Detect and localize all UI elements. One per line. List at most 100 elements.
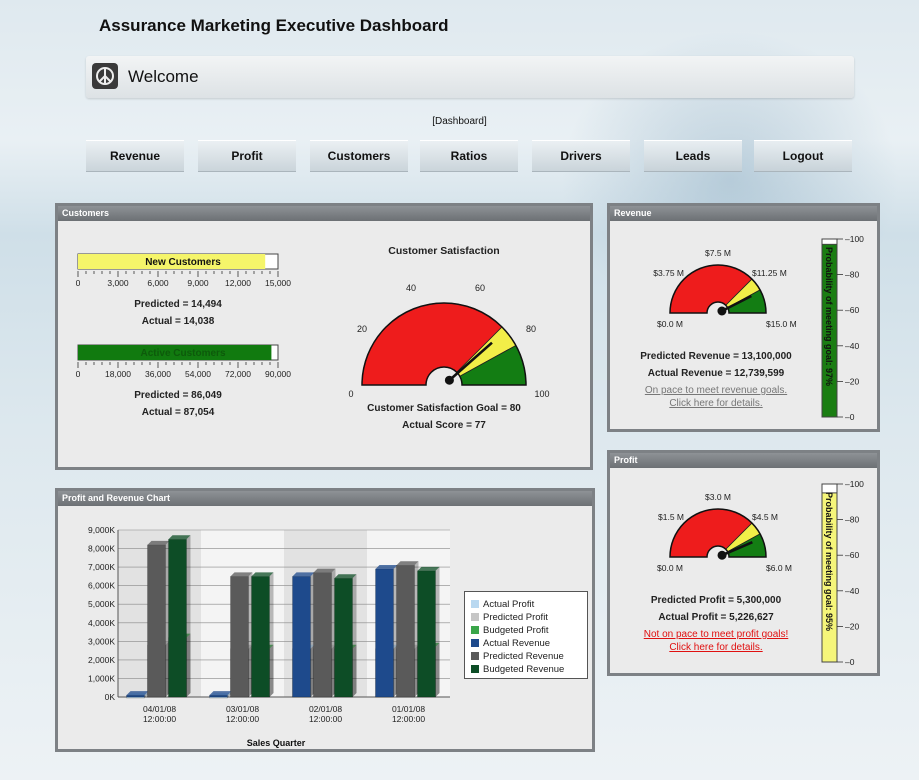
legend-item-1: Predicted Profit xyxy=(471,612,548,623)
revenue-predicted: Predicted Revenue = 13,100,000 xyxy=(640,351,792,362)
legend-label-3: Actual Revenue xyxy=(483,638,551,649)
satisfaction-tick: 20 xyxy=(357,324,367,334)
chart-y-tick: 1,000K xyxy=(88,673,115,683)
nav-leads[interactable]: Leads xyxy=(644,140,742,172)
active-customers-label: Active Customers xyxy=(140,348,225,359)
satisfaction-tick: 60 xyxy=(475,283,485,293)
satisfaction-title: Customer Satisfaction xyxy=(388,245,499,257)
revenue-gauge-scale-label: –100 xyxy=(845,234,864,244)
welcome-heading: Welcome xyxy=(128,67,199,86)
profit-probability-label: Probability of meeting goal: 95% xyxy=(824,492,834,631)
satisfaction-tick: 100 xyxy=(534,389,549,399)
chart-x-tick-labels: 04/01/0812:00:0003/01/0812:00:0002/01/08… xyxy=(143,704,425,724)
chart-x-axis-label: Sales Quarter xyxy=(247,738,306,748)
bar-side-face xyxy=(352,574,357,697)
satisfaction-goal: Customer Satisfaction Goal = 80 xyxy=(367,403,521,414)
chart-y-tick-labels: 0K 1,000K 2,000K 3,000K 4,000K 5,000K 6,000K 7,… xyxy=(88,525,115,702)
revenue-gauge-needle-hub xyxy=(717,306,727,316)
legend-swatch-0 xyxy=(471,600,479,608)
active-customers-scale: 0 18,000 36,000 54,000 72,000 90,000 xyxy=(76,362,291,379)
profit-revenue-chart-panel: Profit and Revenue Chart 0K 1,000K 2,000K 3… xyxy=(55,488,595,752)
chart-x-tick: 04/01/08 xyxy=(143,704,176,714)
profit-panel: Profit $0.0 M $1.5 M $3.0 M $4.5 M $6.0 M Pr… xyxy=(607,450,880,676)
revenue-details-link[interactable]: Click here for details. xyxy=(610,398,822,409)
profit-gauge-label: $1.5 M xyxy=(658,512,684,522)
bar-budgeted-revenue xyxy=(168,539,187,698)
bar-actual-revenue xyxy=(375,568,394,698)
nav-logout[interactable]: Logout xyxy=(754,140,852,172)
profit-gauge-label: $0.0 M xyxy=(657,563,683,573)
chart-legend: Actual Profit Predicted Profit Budgeted … xyxy=(464,591,588,679)
legend-swatch-4 xyxy=(471,652,479,660)
legend-label-2: Budgeted Profit xyxy=(483,625,549,636)
breadcrumb[interactable]: [Dashboard] xyxy=(0,116,919,127)
profit-gauge-scale-label: –100 xyxy=(845,479,864,489)
profit-gauge-scale-label: –40 xyxy=(845,586,859,596)
profit-predicted: Predicted Profit = 5,300,000 xyxy=(650,595,782,606)
revenue-probability-label: Probability of meeting goal: 97% xyxy=(824,247,834,386)
nav-drivers[interactable]: Drivers xyxy=(532,140,630,172)
legend-swatch-1 xyxy=(471,613,479,621)
satisfaction-tick: 40 xyxy=(406,283,416,293)
profit-status-link[interactable]: Not on pace to meet profit goals! xyxy=(610,629,822,640)
active-customers-tick-label: 72,000 xyxy=(225,369,251,379)
bar-actual-revenue xyxy=(292,576,311,698)
bar-predicted-revenue xyxy=(230,576,249,698)
profit-gauge-scale-label: –60 xyxy=(845,550,859,560)
revenue-actual: Actual Revenue = 12,739,599 xyxy=(647,368,785,379)
nav-revenue[interactable]: Revenue xyxy=(86,140,184,172)
main-nav: Revenue Profit Customers Ratios Drivers … xyxy=(86,140,854,172)
page-title: Assurance Marketing Executive Dashboard xyxy=(99,16,449,35)
legend-swatch-3 xyxy=(471,639,479,647)
active-customers-actual: Actual = 87,054 xyxy=(141,407,215,418)
chart-x-tick: 02/01/08 xyxy=(309,704,342,714)
revenue-gauge-label: $15.0 M xyxy=(766,319,797,329)
profit-gauge-label: $3.0 M xyxy=(705,492,731,502)
chart-y-tick: 9,000K xyxy=(88,525,115,535)
profit-gauge-needle-hub xyxy=(717,550,727,560)
nav-ratios[interactable]: Ratios xyxy=(420,140,518,172)
chart-y-tick: 2,000K xyxy=(88,655,115,665)
bar-predicted-revenue xyxy=(313,572,332,698)
profit-gauge-scale-label: –0 xyxy=(845,657,855,667)
legend-label-5: Budgeted Revenue xyxy=(483,664,565,675)
profit-gauge-label: $4.5 M xyxy=(752,512,778,522)
satisfaction-gauge xyxy=(361,302,527,386)
revenue-gauge-label: $7.5 M xyxy=(705,248,731,258)
bar-side-face xyxy=(186,535,191,697)
bar-budgeted-revenue xyxy=(334,577,353,698)
active-customers-tick-label: 90,000 xyxy=(265,369,291,379)
legend-swatch-5 xyxy=(471,665,479,673)
bar-predicted-revenue xyxy=(147,544,166,698)
new-customers-tick-label: 15,000 xyxy=(265,278,291,288)
customers-panel-title: Customers xyxy=(58,206,590,221)
bar-side-face xyxy=(435,566,440,697)
profit-details-link[interactable]: Click here for details. xyxy=(610,642,822,653)
nav-profit[interactable]: Profit xyxy=(198,140,296,172)
profit-probability-scale: –100 –80 –60 –40 –20 –0 xyxy=(837,479,864,667)
new-customers-actual: Actual = 14,038 xyxy=(141,316,215,327)
revenue-status-link[interactable]: On pace to meet revenue goals. xyxy=(610,385,822,396)
new-customers-predicted: Predicted = 14,494 xyxy=(134,299,222,310)
bar-actual-revenue xyxy=(126,694,145,698)
profit-gauge-scale-label: –20 xyxy=(845,621,859,631)
satisfaction-tick: 0 xyxy=(348,389,353,399)
welcome-bar: Welcome xyxy=(86,56,854,98)
chart-x-tick-time: 12:00:00 xyxy=(143,714,176,724)
revenue-gauge-label: $3.75 M xyxy=(653,268,684,278)
nav-customers[interactable]: Customers xyxy=(310,140,408,172)
revenue-gauge-scale-label: –80 xyxy=(845,270,859,280)
customers-panel: Customers New Customers 0 3,000 6,000 9,000… xyxy=(55,203,593,470)
chart-y-tick: 7,000K xyxy=(88,562,115,572)
breadcrumb-dashboard[interactable]: [Dashboard] xyxy=(432,116,486,127)
active-customers-tick-label: 54,000 xyxy=(185,369,211,379)
chart-x-tick: 03/01/08 xyxy=(226,704,259,714)
active-customers-tick-label: 0 xyxy=(76,369,81,379)
new-customers-scale: 0 3,000 6,000 9,000 12,000 15,000 xyxy=(76,271,291,288)
legend-label-4: Predicted Revenue xyxy=(483,651,564,662)
chart-y-tick: 5,000K xyxy=(88,599,115,609)
legend-swatch-2 xyxy=(471,626,479,634)
revenue-gauge-scale-label: –20 xyxy=(845,376,859,386)
chart-x-tick-time: 12:00:00 xyxy=(309,714,342,724)
active-customers-tick-label: 18,000 xyxy=(105,369,131,379)
